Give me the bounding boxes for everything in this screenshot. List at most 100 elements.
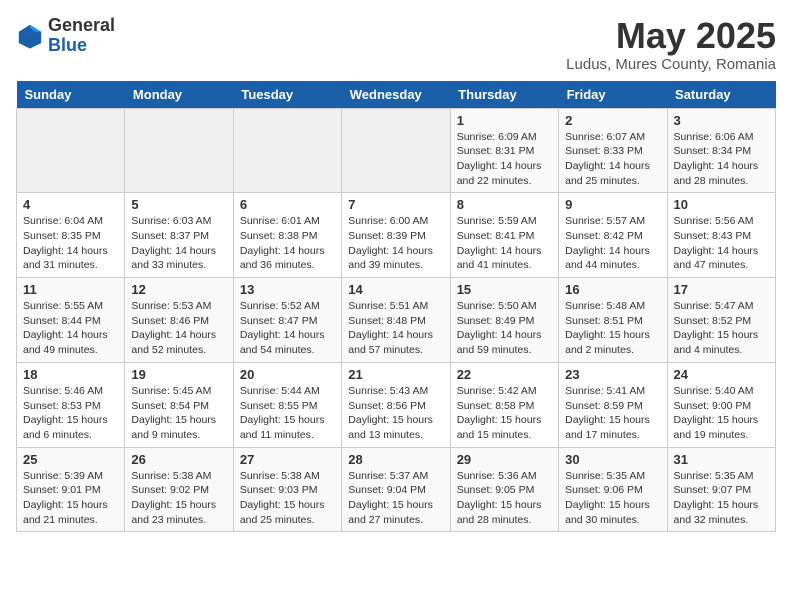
- day-info: Sunrise: 5:39 AMSunset: 9:01 PMDaylight:…: [23, 469, 118, 528]
- day-info: Sunrise: 6:00 AMSunset: 8:39 PMDaylight:…: [348, 214, 443, 273]
- weekday-header-cell: Thursday: [450, 81, 558, 109]
- day-info: Sunrise: 5:46 AMSunset: 8:53 PMDaylight:…: [23, 384, 118, 443]
- calendar-day-cell: 30Sunrise: 5:35 AMSunset: 9:06 PMDayligh…: [559, 447, 667, 532]
- day-number: 7: [348, 197, 443, 212]
- day-info: Sunrise: 5:48 AMSunset: 8:51 PMDaylight:…: [565, 299, 660, 358]
- day-number: 25: [23, 452, 118, 467]
- calendar-week-row: 25 Sunrise: 5:39 AMSunset: 9:01 PMDayligh…: [17, 447, 776, 532]
- calendar-day-cell: [342, 108, 450, 193]
- logo-icon: [16, 22, 44, 50]
- day-number: 14: [348, 282, 443, 297]
- day-number: 31: [674, 452, 769, 467]
- calendar-day-cell: 24 Sunrise: 5:40 AMSunset: 9:00 PMDayligh…: [667, 362, 775, 447]
- calendar-day-cell: 12Sunrise: 5:53 AMSunset: 8:46 PMDayligh…: [125, 278, 233, 363]
- weekday-header-cell: Sunday: [17, 81, 125, 109]
- day-number: 3: [674, 113, 769, 128]
- day-info: Sunrise: 5:41 AMSunset: 8:59 PMDaylight:…: [565, 384, 660, 443]
- logo: General Blue: [16, 16, 115, 56]
- day-info: Sunrise: 5:38 AMSunset: 9:03 PMDaylight:…: [240, 469, 335, 528]
- day-number: 23: [565, 367, 660, 382]
- page-header: General Blue May 2025 Ludus, Mures Count…: [16, 16, 776, 73]
- day-number: 27: [240, 452, 335, 467]
- weekday-header-row: SundayMondayTuesdayWednesdayThursdayFrid…: [17, 81, 776, 109]
- logo-general: General: [48, 15, 115, 35]
- day-number: 19: [131, 367, 226, 382]
- weekday-header-cell: Wednesday: [342, 81, 450, 109]
- day-info: Sunrise: 5:36 AMSunset: 9:05 PMDaylight:…: [457, 469, 552, 528]
- day-info: Sunrise: 5:57 AMSunset: 8:42 PMDaylight:…: [565, 214, 660, 273]
- calendar-day-cell: 22 Sunrise: 5:42 AMSunset: 8:58 PMDayligh…: [450, 362, 558, 447]
- day-number: 12: [131, 282, 226, 297]
- day-number: 15: [457, 282, 552, 297]
- calendar-day-cell: 11 Sunrise: 5:55 AMSunset: 8:44 PMDayligh…: [17, 278, 125, 363]
- day-number: 2: [565, 113, 660, 128]
- calendar-day-cell: 26 Sunrise: 5:38 AMSunset: 9:02 PMDayligh…: [125, 447, 233, 532]
- calendar-body: 1 Sunrise: 6:09 AMSunset: 8:31 PMDaylight…: [17, 108, 776, 532]
- day-info: Sunrise: 5:45 AMSunset: 8:54 PMDaylight:…: [131, 384, 226, 443]
- calendar-day-cell: 4 Sunrise: 6:04 AMSunset: 8:35 PMDaylight…: [17, 193, 125, 278]
- calendar-day-cell: 3 Sunrise: 6:06 AMSunset: 8:34 PMDaylight…: [667, 108, 775, 193]
- day-info: Sunrise: 5:47 AMSunset: 8:52 PMDaylight:…: [674, 299, 769, 358]
- day-number: 26: [131, 452, 226, 467]
- calendar-week-row: 18 Sunrise: 5:46 AMSunset: 8:53 PMDayligh…: [17, 362, 776, 447]
- day-info: Sunrise: 5:52 AMSunset: 8:47 PMDaylight:…: [240, 299, 335, 358]
- day-number: 6: [240, 197, 335, 212]
- day-number: 1: [457, 113, 552, 128]
- calendar-day-cell: 8Sunrise: 5:59 AMSunset: 8:41 PMDaylight…: [450, 193, 558, 278]
- calendar-day-cell: 5Sunrise: 6:03 AMSunset: 8:37 PMDaylight…: [125, 193, 233, 278]
- day-info: Sunrise: 5:40 AMSunset: 9:00 PMDaylight:…: [674, 384, 769, 443]
- weekday-header-cell: Saturday: [667, 81, 775, 109]
- day-info: Sunrise: 5:35 AMSunset: 9:07 PMDaylight:…: [674, 469, 769, 528]
- day-number: 29: [457, 452, 552, 467]
- day-info: Sunrise: 6:03 AMSunset: 8:37 PMDaylight:…: [131, 214, 226, 273]
- day-number: 24: [674, 367, 769, 382]
- calendar-day-cell: 18 Sunrise: 5:46 AMSunset: 8:53 PMDayligh…: [17, 362, 125, 447]
- weekday-header-cell: Tuesday: [233, 81, 341, 109]
- calendar-day-cell: 17 Sunrise: 5:47 AMSunset: 8:52 PMDayligh…: [667, 278, 775, 363]
- calendar-week-row: 11 Sunrise: 5:55 AMSunset: 8:44 PMDayligh…: [17, 278, 776, 363]
- day-info: Sunrise: 5:56 AMSunset: 8:43 PMDaylight:…: [674, 214, 769, 273]
- day-number: 20: [240, 367, 335, 382]
- calendar-day-cell: 20 Sunrise: 5:44 AMSunset: 8:55 PMDayligh…: [233, 362, 341, 447]
- day-number: 4: [23, 197, 118, 212]
- calendar-day-cell: 27 Sunrise: 5:38 AMSunset: 9:03 PMDayligh…: [233, 447, 341, 532]
- day-number: 22: [457, 367, 552, 382]
- title-block: May 2025 Ludus, Mures County, Romania: [566, 16, 776, 73]
- day-number: 8: [457, 197, 552, 212]
- calendar-day-cell: 21Sunrise: 5:43 AMSunset: 8:56 PMDayligh…: [342, 362, 450, 447]
- day-info: Sunrise: 6:06 AMSunset: 8:34 PMDaylight:…: [674, 130, 769, 189]
- calendar-day-cell: 16 Sunrise: 5:48 AMSunset: 8:51 PMDayligh…: [559, 278, 667, 363]
- calendar-day-cell: 9 Sunrise: 5:57 AMSunset: 8:42 PMDaylight…: [559, 193, 667, 278]
- calendar-day-cell: 2 Sunrise: 6:07 AMSunset: 8:33 PMDaylight…: [559, 108, 667, 193]
- day-info: Sunrise: 5:35 AMSunset: 9:06 PMDaylight:…: [565, 469, 660, 528]
- day-info: Sunrise: 5:55 AMSunset: 8:44 PMDaylight:…: [23, 299, 118, 358]
- calendar-week-row: 1 Sunrise: 6:09 AMSunset: 8:31 PMDaylight…: [17, 108, 776, 193]
- calendar-day-cell: 10 Sunrise: 5:56 AMSunset: 8:43 PMDayligh…: [667, 193, 775, 278]
- day-number: 17: [674, 282, 769, 297]
- calendar-day-cell: 1 Sunrise: 6:09 AMSunset: 8:31 PMDaylight…: [450, 108, 558, 193]
- day-number: 10: [674, 197, 769, 212]
- day-info: Sunrise: 5:43 AMSunset: 8:56 PMDaylight:…: [348, 384, 443, 443]
- day-number: 11: [23, 282, 118, 297]
- calendar-table: SundayMondayTuesdayWednesdayThursdayFrid…: [16, 81, 776, 533]
- day-number: 16: [565, 282, 660, 297]
- day-info: Sunrise: 5:42 AMSunset: 8:58 PMDaylight:…: [457, 384, 552, 443]
- day-info: Sunrise: 5:50 AMSunset: 8:49 PMDaylight:…: [457, 299, 552, 358]
- calendar-day-cell: 19 Sunrise: 5:45 AMSunset: 8:54 PMDayligh…: [125, 362, 233, 447]
- day-number: 9: [565, 197, 660, 212]
- calendar-day-cell: [125, 108, 233, 193]
- day-info: Sunrise: 5:38 AMSunset: 9:02 PMDaylight:…: [131, 469, 226, 528]
- day-info: Sunrise: 6:09 AMSunset: 8:31 PMDaylight:…: [457, 130, 552, 189]
- calendar-day-cell: [17, 108, 125, 193]
- day-info: Sunrise: 6:04 AMSunset: 8:35 PMDaylight:…: [23, 214, 118, 273]
- day-info: Sunrise: 6:07 AMSunset: 8:33 PMDaylight:…: [565, 130, 660, 189]
- weekday-header-cell: Monday: [125, 81, 233, 109]
- calendar-day-cell: 29 Sunrise: 5:36 AMSunset: 9:05 PMDayligh…: [450, 447, 558, 532]
- day-info: Sunrise: 6:01 AMSunset: 8:38 PMDaylight:…: [240, 214, 335, 273]
- day-info: Sunrise: 5:44 AMSunset: 8:55 PMDaylight:…: [240, 384, 335, 443]
- calendar-day-cell: 7 Sunrise: 6:00 AMSunset: 8:39 PMDaylight…: [342, 193, 450, 278]
- day-number: 18: [23, 367, 118, 382]
- calendar-week-row: 4 Sunrise: 6:04 AMSunset: 8:35 PMDaylight…: [17, 193, 776, 278]
- calendar-day-cell: 28Sunrise: 5:37 AMSunset: 9:04 PMDayligh…: [342, 447, 450, 532]
- calendar-day-cell: 14Sunrise: 5:51 AMSunset: 8:48 PMDayligh…: [342, 278, 450, 363]
